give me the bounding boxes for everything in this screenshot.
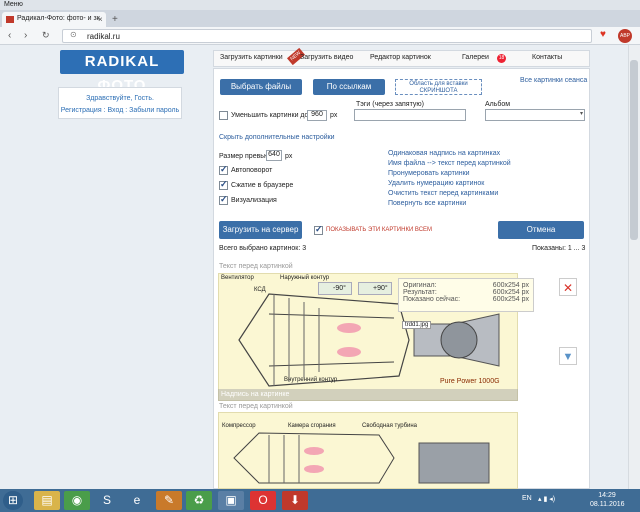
browser-tab[interactable]: Радикал-Фото: фото- и зк <box>2 12 106 27</box>
autorotate-checkbox[interactable] <box>219 164 228 175</box>
shown-range-text: Показаны: 1 ... 3 <box>532 245 586 252</box>
ie-icon[interactable]: e <box>124 491 150 510</box>
autorotate-label: Автоповорот <box>231 167 273 174</box>
image-info-box: Оригинал: 600x254 px Результат: 600x254 px… <box>398 278 534 312</box>
label-combustor: Камера сгорания <box>288 423 336 429</box>
filename-tooltip: trdd1.jpg <box>402 321 432 329</box>
reduce-checkbox[interactable] <box>219 111 228 120</box>
skype-icon[interactable]: S <box>94 491 120 510</box>
album-select[interactable]: ▾ <box>485 109 585 121</box>
chevron-down-icon: ▾ <box>579 111 583 117</box>
preview-size-label: Размер превью <box>219 153 270 160</box>
tags-label: Тэги (через запятую) <box>356 101 424 108</box>
scrollbar-thumb[interactable] <box>630 60 638 240</box>
reduce-label: Уменьшить картинки до <box>231 112 309 119</box>
hide-settings-link[interactable]: Скрыть дополнительные настройки <box>219 134 335 141</box>
notes-icon[interactable]: ▣ <box>218 491 244 510</box>
nav-gallery[interactable]: Галереи <box>462 53 489 65</box>
shown-now-value: 600x254 px <box>492 296 529 303</box>
opera-icon[interactable]: O <box>250 491 276 510</box>
same-caption-link[interactable]: Одинаковая надпись на картинках <box>388 150 500 157</box>
nav-upload-video[interactable]: Загрузить видео <box>300 53 353 65</box>
image-1-caption[interactable]: Надпись на картинке <box>218 389 518 401</box>
all-session-link[interactable]: Все картинки сеанса <box>520 77 587 84</box>
nav-contacts[interactable]: Контакты <box>532 53 562 65</box>
language-indicator[interactable]: EN <box>522 495 532 502</box>
label-outer: Наружный контур <box>280 275 330 281</box>
menu-button[interactable]: Меню <box>4 1 23 8</box>
album-label: Альбом <box>485 101 511 108</box>
engine-label: Pure Power 1000G <box>440 378 500 385</box>
number-pics-link[interactable]: Пронумеровать картинки <box>388 170 470 177</box>
result-label: Результат: <box>403 289 437 296</box>
label-inner: Внутренний контур <box>284 377 338 383</box>
greeting-text: Здравствуйте, Гость. <box>86 95 154 102</box>
clock[interactable]: 14:29 08.11.2016 <box>590 491 625 509</box>
compress-checkbox[interactable] <box>219 179 228 190</box>
explorer-icon[interactable]: ▤ <box>34 491 60 510</box>
total-selected-text: Всего выбрано картинок: 3 <box>219 245 307 252</box>
rotate-right-button[interactable]: +90° <box>358 282 392 295</box>
text-before-image-1[interactable]: Текст перед картинкой <box>219 263 293 270</box>
new-tab-icon[interactable]: + <box>112 14 118 25</box>
clear-text-link[interactable]: Очистить текст перед картинками <box>388 190 498 197</box>
rotate-left-button[interactable]: -90° <box>318 282 352 295</box>
url-field[interactable]: radikal.ru <box>62 29 592 43</box>
back-icon[interactable]: ‹ <box>8 30 11 41</box>
delete-image-icon[interactable]: ✕ <box>559 278 577 296</box>
result-value: 600x254 px <box>492 289 529 296</box>
shown-now-label: Показано сейчас: <box>403 296 461 303</box>
gallery-badge-icon: 18 <box>497 54 506 63</box>
preview-size-input[interactable]: 640 <box>266 150 282 161</box>
remove-numbering-link[interactable]: Удалить нумерацию картинок <box>388 180 484 187</box>
preview-px-label: px <box>285 153 293 160</box>
show-all-label: ПОКАЗЫВАТЬ ЭТИ КАРТИНКИ ВСЕМ <box>326 227 433 233</box>
text-before-image-2[interactable]: Текст перед картинкой <box>219 403 293 410</box>
orig-label: Оригинал: <box>403 282 437 289</box>
start-button-icon[interactable]: ⊞ <box>3 491 23 510</box>
nav-upload-pics[interactable]: Загрузить картинки <box>220 53 283 65</box>
screenshot-paste-area[interactable]: Область для вставки СКРИНШОТА <box>395 79 482 95</box>
radikal-favicon-icon <box>6 16 14 23</box>
filename-to-text-link[interactable]: Имя файла --> текст перед картинкой <box>388 160 511 167</box>
upload-server-button[interactable]: Загрузить на сервер <box>219 221 302 239</box>
label-fan: Вентилятор <box>221 275 254 281</box>
download-icon[interactable]: ⬇ <box>282 491 308 510</box>
site-info-icon[interactable]: ⊙ <box>70 30 77 39</box>
tags-input[interactable] <box>354 109 466 121</box>
paint-icon[interactable]: ✎ <box>156 491 182 510</box>
visualize-checkbox[interactable] <box>219 194 228 205</box>
site-logo[interactable]: RADIKAL ФОТО <box>60 50 184 94</box>
orig-value: 600x254 px <box>492 282 529 289</box>
reload-icon[interactable]: ↻ <box>42 30 50 41</box>
reduce-value-input[interactable]: 960 <box>307 110 327 121</box>
favorite-heart-icon[interactable]: ♥ <box>600 29 606 40</box>
label-free-turbine: Свободная турбина <box>362 423 418 429</box>
nav-editor[interactable]: Редактор картинок <box>370 53 431 65</box>
tab-title: Радикал-Фото: фото- и зк <box>17 15 100 22</box>
greeting-box: Здравствуйте, Гость. Регистрация : Вход … <box>58 87 182 119</box>
adblock-icon[interactable]: ABP <box>618 29 632 43</box>
tray-icons[interactable]: ▴ ▮ ◂) <box>538 495 555 503</box>
browser-menubar: Меню <box>0 0 640 10</box>
chrome-icon[interactable]: ◉ <box>64 491 90 510</box>
by-links-button[interactable]: По ссылкам <box>313 79 385 95</box>
show-all-checkbox[interactable] <box>314 224 323 235</box>
clock-time: 14:29 <box>598 492 616 499</box>
label-lpc: КСД <box>254 287 266 293</box>
auth-links[interactable]: Регистрация : Вход : Забыли пароль <box>59 107 181 114</box>
clock-date: 08.11.2016 <box>590 501 625 508</box>
choose-files-button[interactable]: Выбрать файлы <box>220 79 302 95</box>
reduce-px-label: px <box>330 112 338 119</box>
compress-label: Сжатие в браузере <box>231 182 294 189</box>
forward-icon[interactable]: › <box>24 30 27 41</box>
label-compressor: Компрессор <box>222 423 256 429</box>
recycle-icon[interactable]: ♻ <box>186 491 212 510</box>
close-tab-icon[interactable]: × <box>98 15 103 24</box>
url-text: radikal.ru <box>87 32 120 41</box>
cancel-button[interactable]: Отмена <box>498 221 584 239</box>
move-down-icon[interactable]: ▼ <box>559 347 577 365</box>
rotate-all-link[interactable]: Повернуть все картинки <box>388 200 466 207</box>
visualize-label: Визуализация <box>231 197 277 204</box>
